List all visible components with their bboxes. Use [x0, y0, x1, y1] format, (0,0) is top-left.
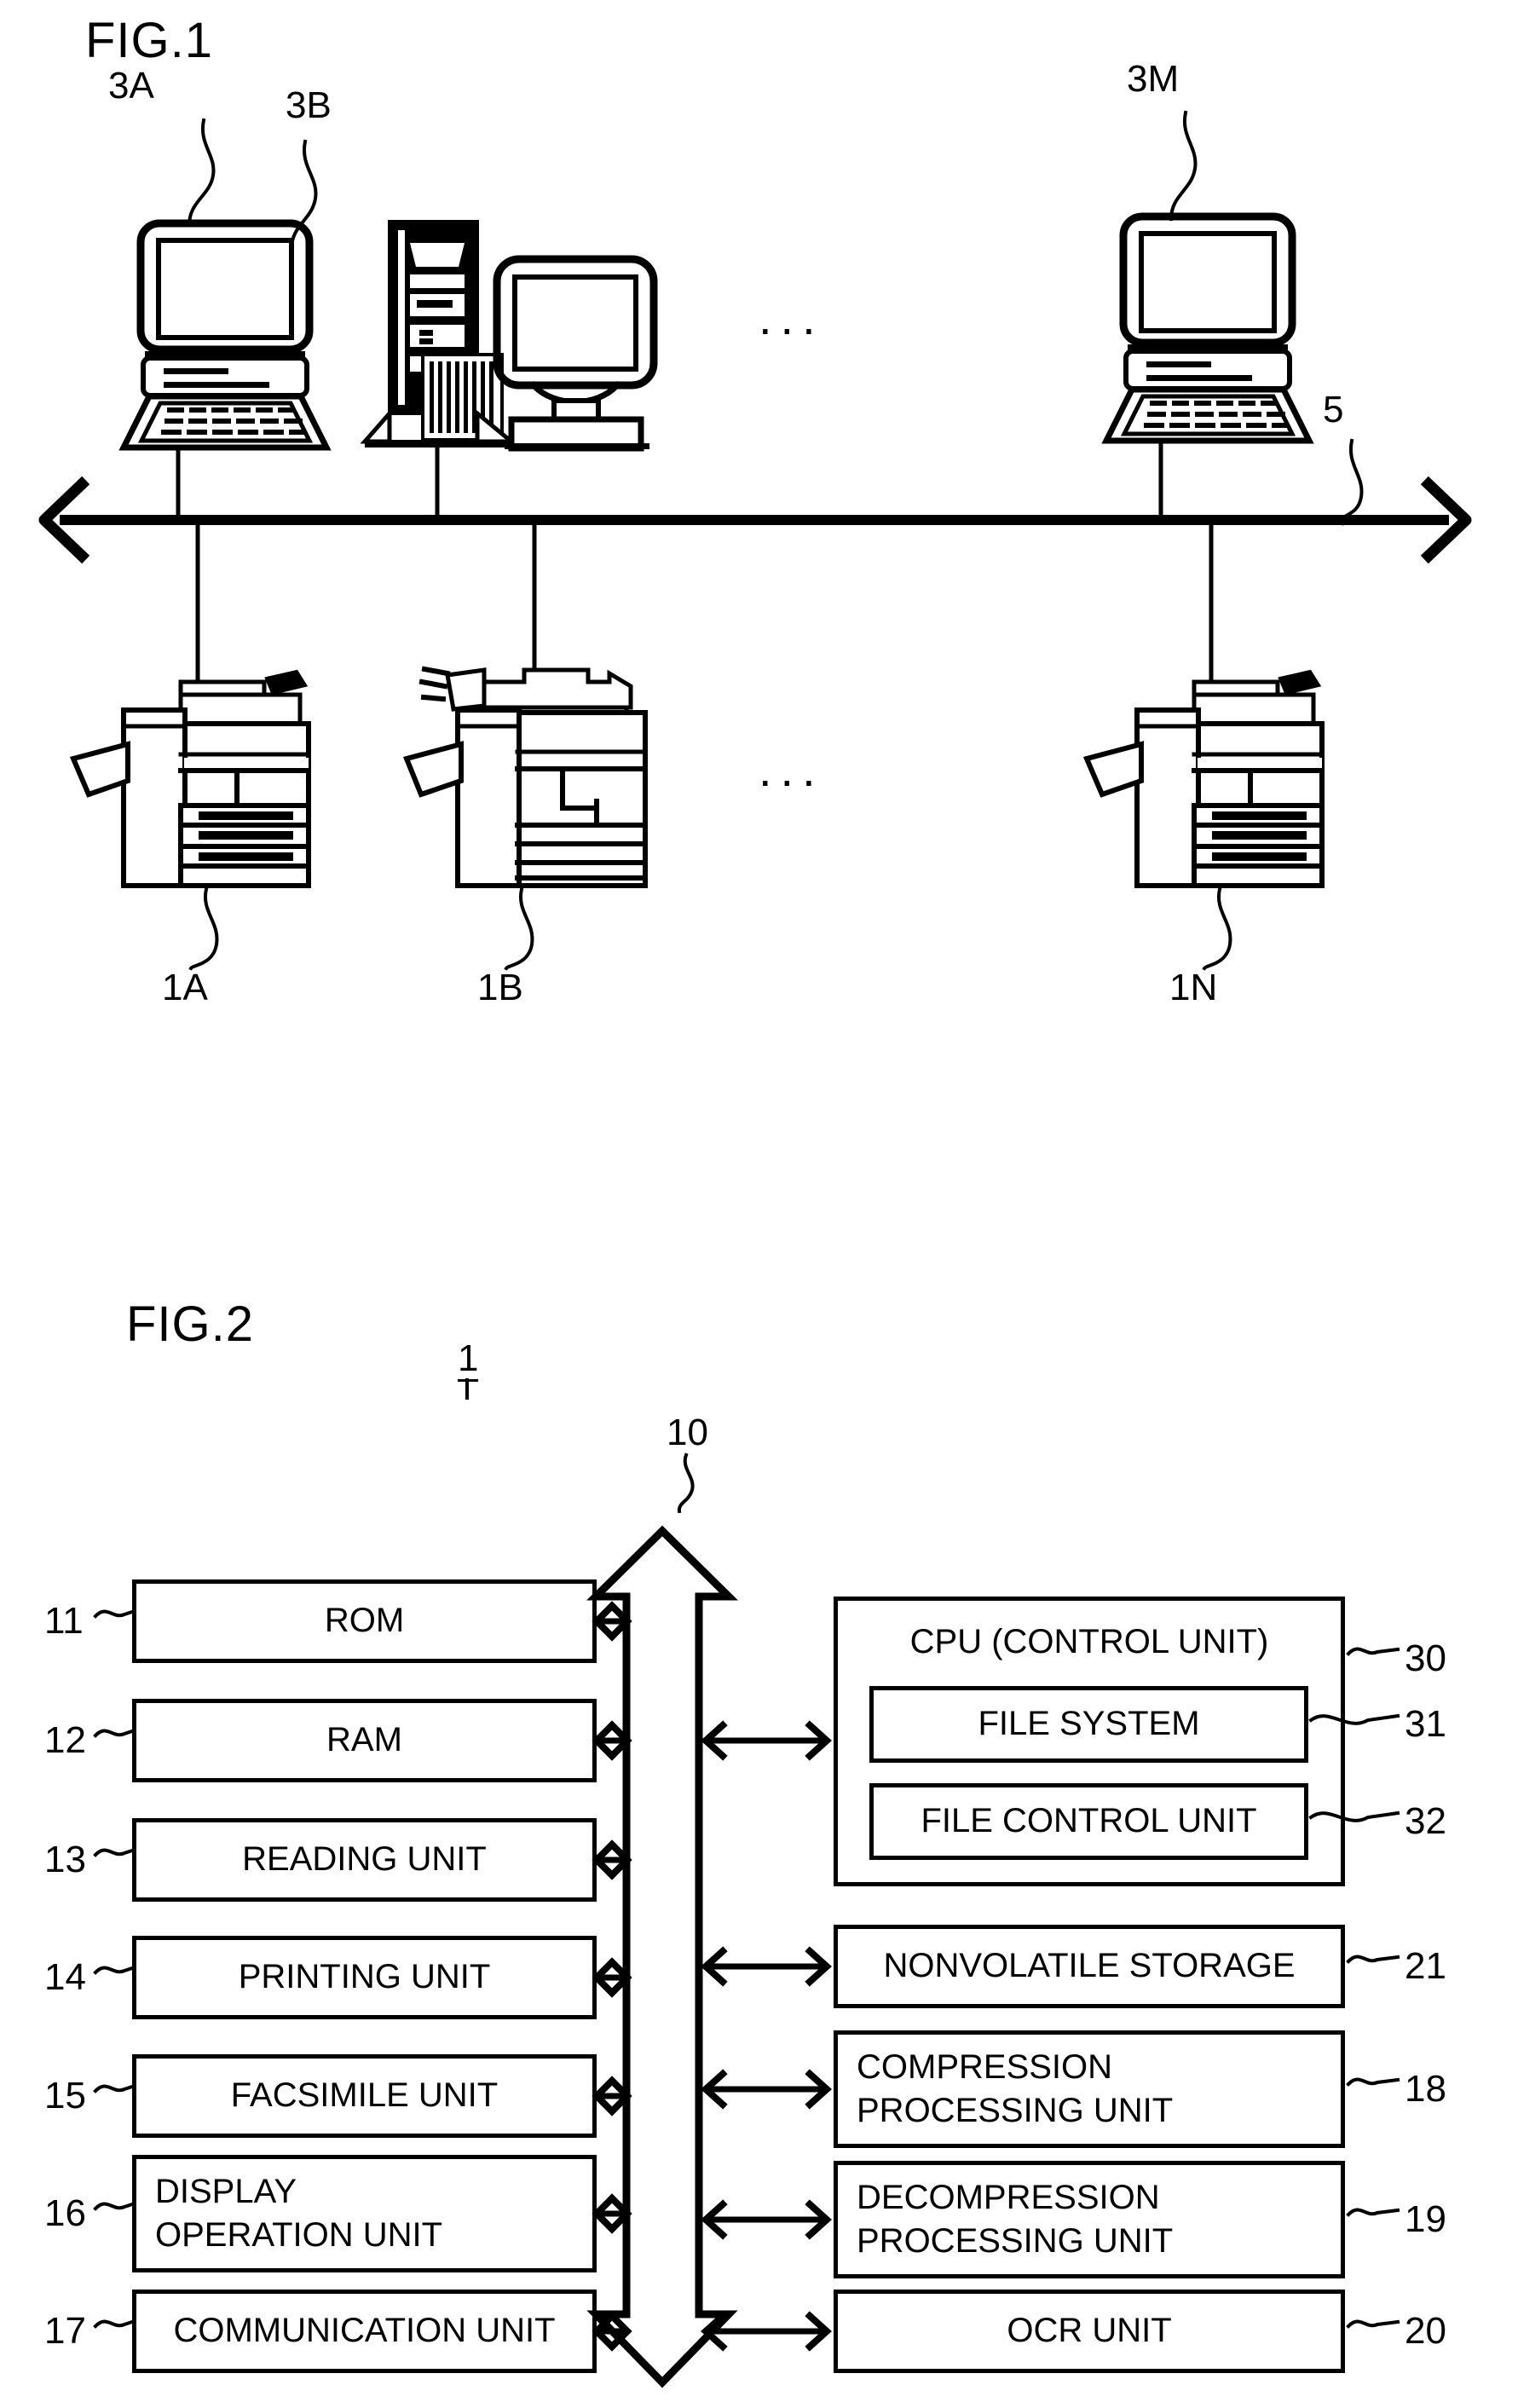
block-display-operation-unit-label: DISPLAY OPERATION UNIT: [155, 2172, 443, 2254]
block-ram-label: RAM: [326, 1721, 402, 1759]
network-bus-line: [38, 476, 1472, 564]
block-ram[interactable]: RAM: [132, 1699, 597, 1782]
block-rom[interactable]: ROM: [132, 1579, 597, 1663]
block-decompression-processing-unit-label: DECOMPRESSION PROCESSING UNIT: [857, 2178, 1174, 2260]
block-facsimile-unit-label: FACSIMILE UNIT: [230, 2076, 499, 2115]
block-file-control-unit-label: FILE CONTROL UNIT: [921, 1802, 1257, 1840]
figure-1-title: FIG.1: [85, 13, 214, 68]
leader-3A: [187, 118, 216, 228]
bus-connector-arrows-left: [592, 1601, 632, 2352]
mfp-device-1A: [69, 669, 311, 971]
block-printing-unit[interactable]: PRINTING UNIT: [132, 1936, 597, 2019]
block-communication-unit-label: COMMUNICATION UNIT: [173, 2312, 556, 2350]
leader-3M: [1169, 110, 1198, 222]
block-compression-processing-unit-label: COMPRESSION PROCESSING UNIT: [857, 2047, 1174, 2129]
ref-21: 21: [1405, 1945, 1446, 1987]
ref-31: 31: [1405, 1703, 1446, 1745]
patent-drawing-sheet: FIG.1 3A 3B 3M 5 1A 1B 1N ... ... FIG.2 …: [0, 0, 1518, 2408]
ref-1A: 1A: [162, 967, 208, 1008]
block-rom-label: ROM: [324, 1602, 405, 1640]
device-ellipsis: ...: [759, 742, 824, 796]
figure-2-title: FIG.2: [126, 1296, 255, 1352]
client-laptop-3M: [1101, 212, 1314, 522]
block-ocr-unit[interactable]: OCR UNIT: [834, 2290, 1345, 2373]
system-bus-arrow: [586, 1525, 738, 2388]
ref-3A: 3A: [108, 65, 154, 107]
ref-11: 11: [44, 1600, 84, 1642]
block-reading-unit[interactable]: READING UNIT: [132, 1818, 597, 1902]
ref-1N: 1N: [1169, 967, 1218, 1008]
block-communication-unit[interactable]: COMMUNICATION UNIT: [132, 2290, 597, 2373]
block-file-system-label: FILE SYSTEM: [978, 1705, 1200, 1743]
ref-18: 18: [1405, 2068, 1446, 2110]
block-printing-unit-label: PRINTING UNIT: [238, 1958, 491, 1996]
mfp-device-1B: [402, 666, 648, 971]
client-ellipsis: ...: [759, 291, 824, 344]
client-crt-monitor-3B: [493, 255, 658, 452]
ref-19: 19: [1405, 2198, 1446, 2240]
block-reading-unit-label: READING UNIT: [242, 1840, 487, 1879]
ref-12: 12: [44, 1719, 86, 1761]
block-decompression-processing-unit[interactable]: DECOMPRESSION PROCESSING UNIT: [834, 2161, 1345, 2278]
ref-16: 16: [44, 2192, 86, 2234]
block-file-control-unit[interactable]: FILE CONTROL UNIT: [869, 1783, 1308, 1860]
ref-bus-10: 10: [667, 1412, 708, 1453]
block-ocr-unit-label: OCR UNIT: [1007, 2312, 1172, 2350]
ref-32: 32: [1405, 1800, 1446, 1842]
ref-30: 30: [1405, 1637, 1446, 1679]
block-nonvolatile-storage[interactable]: NONVOLATILE STORAGE: [834, 1925, 1345, 2008]
mfp-device-1N: [1082, 669, 1325, 971]
block-compression-processing-unit[interactable]: COMPRESSION PROCESSING UNIT: [834, 2030, 1345, 2148]
leader-3B: [289, 139, 318, 251]
block-nonvolatile-storage-label: NONVOLATILE STORAGE: [883, 1947, 1296, 1985]
ref-3B: 3B: [286, 84, 332, 126]
block-cpu-label: CPU (CONTROL UNIT): [909, 1623, 1269, 1660]
bus-connector-arrows-right: [701, 1720, 832, 2352]
client-laptop-3A: [118, 219, 332, 522]
block-facsimile-unit[interactable]: FACSIMILE UNIT: [132, 2054, 597, 2138]
block-display-operation-unit[interactable]: DISPLAY OPERATION UNIT: [132, 2155, 597, 2272]
ref-1B: 1B: [477, 967, 523, 1008]
ref-20: 20: [1405, 2310, 1446, 2352]
ref-17: 17: [44, 2310, 86, 2352]
ref-13: 13: [44, 1839, 86, 1880]
ref-3M: 3M: [1127, 58, 1180, 100]
ref-5: 5: [1323, 389, 1344, 430]
left-reference-leaders: [93, 1609, 135, 2329]
client-tower-pc: [360, 220, 517, 522]
ref-device-1: 1: [458, 1340, 479, 1382]
block-file-system[interactable]: FILE SYSTEM: [869, 1686, 1308, 1763]
ref-15: 15: [44, 2075, 86, 2116]
ref-14: 14: [44, 1956, 86, 1998]
leader-5: [1340, 438, 1364, 526]
